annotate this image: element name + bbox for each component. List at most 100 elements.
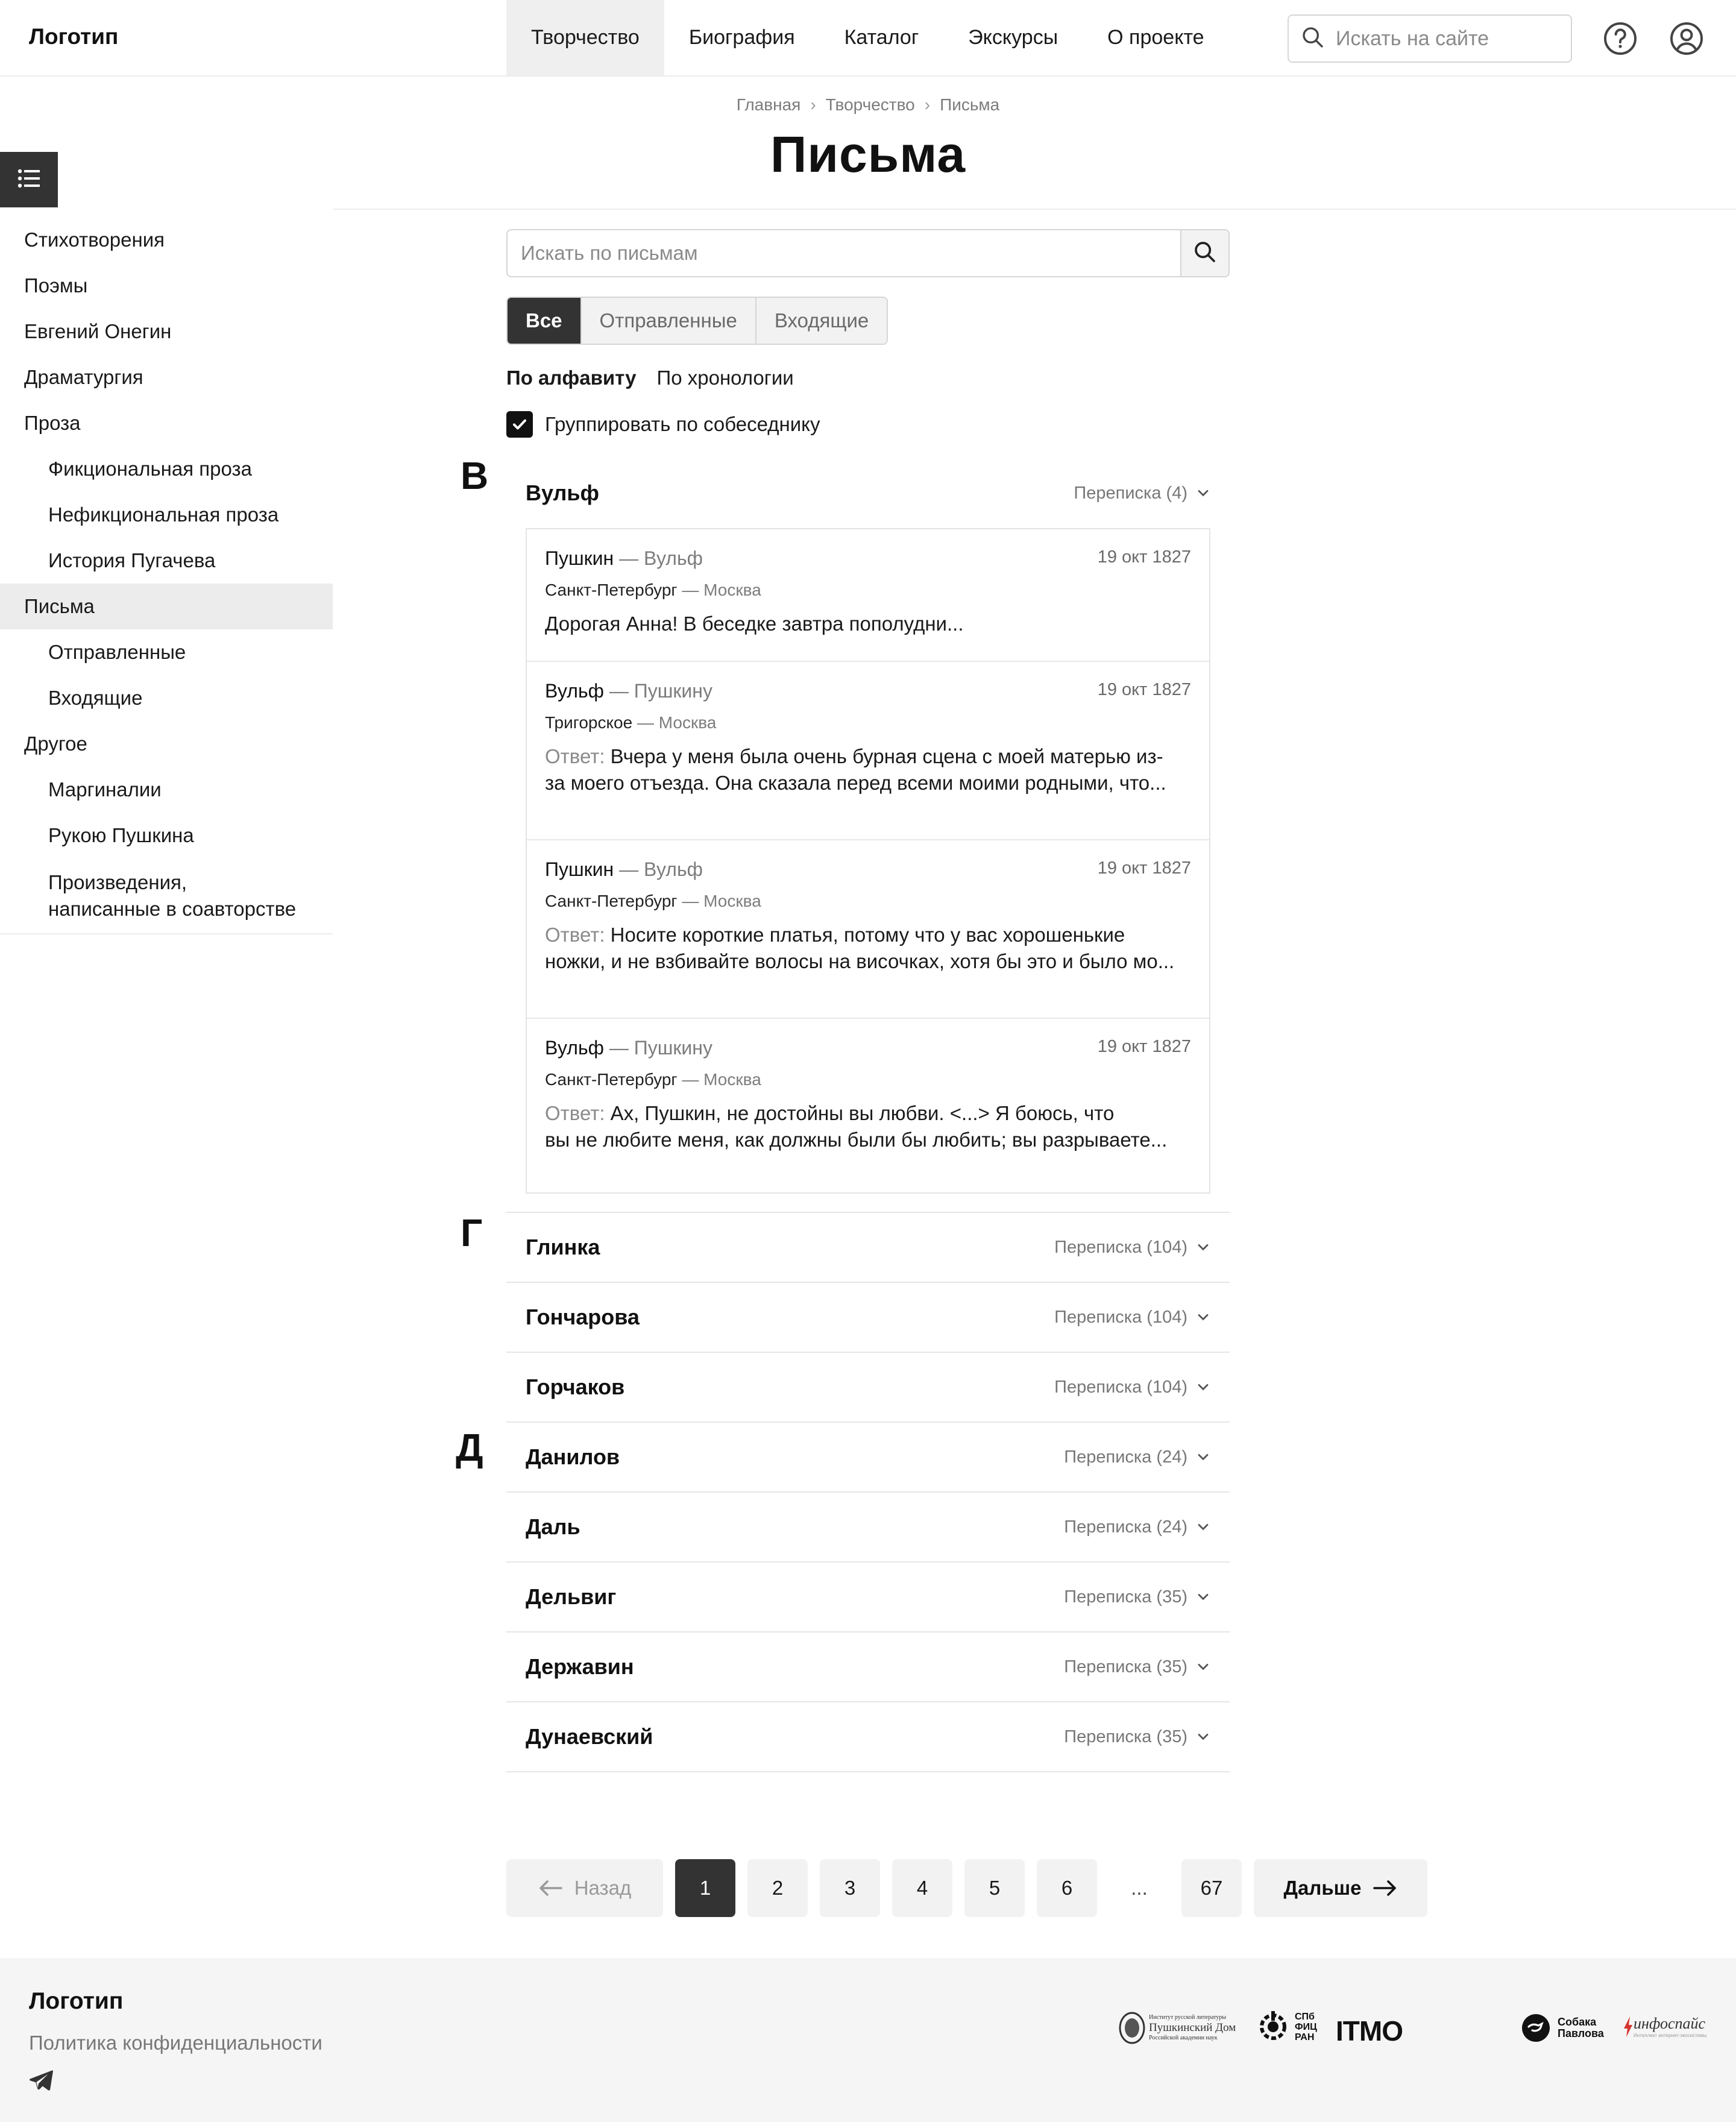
- correspondent-row-dunaevsky[interactable]: Дунаевский Переписка (35): [506, 1702, 1230, 1772]
- sidebar-item-prose[interactable]: Проза: [0, 400, 333, 446]
- letters-search-button[interactable]: [1180, 230, 1228, 276]
- correspondent-row-wulf[interactable]: Вульф Переписка (4): [506, 458, 1230, 528]
- telegram-icon[interactable]: [29, 2069, 53, 2094]
- lightning-icon: [1624, 2016, 1632, 2037]
- partner-spb-fic-ran-logo[interactable]: СПб ФИЦ РАН: [1257, 2009, 1317, 2045]
- correspondence-count: Переписка (24): [1064, 1447, 1210, 1467]
- correspondence-count: Переписка (35): [1064, 1587, 1210, 1607]
- letter-to: Пушкину: [634, 1037, 712, 1059]
- correspondent-row-goncharova[interactable]: Гончарова Переписка (104): [506, 1283, 1230, 1353]
- letter-from: Пушкин: [545, 858, 614, 880]
- user-icon[interactable]: [1668, 20, 1705, 57]
- sidebar-item-onegin[interactable]: Евгений Онегин: [0, 309, 333, 354]
- nav-item-catalog[interactable]: Каталог: [820, 0, 944, 75]
- privacy-policy-link[interactable]: Политика конфиденциальности: [29, 2032, 322, 2054]
- page-last-button[interactable]: 67: [1181, 1859, 1242, 1917]
- letter-card[interactable]: Вульф — Пушкину 19 окт 1827 Санкт-Петерб…: [527, 1019, 1209, 1192]
- sidebar-toggle-button[interactable]: [0, 152, 58, 207]
- breadcrumb-home[interactable]: Главная: [737, 95, 801, 114]
- sidebar-item-poems[interactable]: Стихотворения: [0, 217, 333, 263]
- correspondent-row-delvig[interactable]: Дельвиг Переписка (35): [506, 1563, 1230, 1632]
- page-3-button[interactable]: 3: [820, 1859, 880, 1917]
- correspondent-row-dal[interactable]: Даль Переписка (24): [506, 1493, 1230, 1563]
- tab-incoming[interactable]: Входящие: [756, 298, 887, 344]
- nav-item-biography[interactable]: Биография: [664, 0, 820, 75]
- sidebar-item-nonfiction[interactable]: Нефикциональная проза: [0, 492, 333, 538]
- sidebar-item-fiction[interactable]: Фикциональная проза: [0, 446, 333, 492]
- sidebar-item-coauthored[interactable]: Произведения, написанные в соавторстве: [0, 858, 333, 933]
- sidebar-item-sent[interactable]: Отправленные: [0, 629, 333, 675]
- sidebar-item-pugachev[interactable]: История Пугачева: [0, 538, 333, 584]
- letter-place-to: — Москва: [682, 581, 761, 599]
- pushkin-house-line1: Институт русской литературы: [1149, 2014, 1227, 2021]
- correspondence-count-label: Переписка (4): [1074, 483, 1187, 503]
- letters-page: Логотип Творчество Биография Каталог Экс…: [0, 0, 1736, 2122]
- correspondent-name: Данилов: [526, 1444, 620, 1469]
- partner-pushkin-house-logo[interactable]: Институт русской литературы Пушкинский Д…: [1119, 2011, 1236, 2045]
- correspondent-name: Дунаевский: [526, 1724, 653, 1749]
- site-logo[interactable]: Логотип: [29, 24, 118, 49]
- correspondence-count: Переписка (104): [1054, 1377, 1210, 1397]
- letter-header: Пушкин — Вульф 19 окт 1827: [545, 547, 1191, 570]
- page-4-button[interactable]: 4: [892, 1859, 952, 1917]
- letter-excerpt: Ответ: Ах, Пушкин, не достойны вы любви.…: [545, 1100, 1191, 1153]
- page-1-button[interactable]: 1: [675, 1859, 735, 1917]
- correspondent-row-derzhavin[interactable]: Державин Переписка (35): [506, 1632, 1230, 1702]
- letter-card[interactable]: Вульф — Пушкину 19 окт 1827 Тригорское —…: [527, 662, 1209, 840]
- group-by-checkbox[interactable]: Группировать по собеседнику: [506, 411, 820, 438]
- sidebar-item-marginalia[interactable]: Маргиналии: [0, 767, 333, 813]
- pushkin-house-text: Институт русской литературы Пушкинский Д…: [1149, 2013, 1236, 2042]
- letter-excerpt: Дорогая Анна! В беседке завтра пополудни…: [545, 611, 1191, 637]
- letter-dash: —: [609, 1037, 629, 1059]
- infospace-text: инфоспайс Интеллект интернет-экосистемы: [1634, 2015, 1706, 2038]
- page-5-button[interactable]: 5: [964, 1859, 1025, 1917]
- partner-sobaka-pavlova-logo[interactable]: Собака Павлова: [1521, 2013, 1604, 2042]
- sidebar-item-long-poems[interactable]: Поэмы: [0, 263, 333, 309]
- help-icon[interactable]: [1602, 20, 1638, 57]
- correspondence-count: Переписка (35): [1064, 1657, 1210, 1677]
- letter-excerpt-line1: Дорогая Анна! В беседке завтра пополудни…: [545, 612, 964, 635]
- next-page-button[interactable]: Дальше: [1254, 1859, 1427, 1917]
- chevron-down-icon: [1198, 1524, 1209, 1531]
- breadcrumb-current: Письма: [940, 95, 1000, 114]
- sidebar-item-pushkin-hand[interactable]: Рукою Пушкина: [0, 813, 333, 858]
- footer-logo[interactable]: Логотип: [29, 1988, 123, 2015]
- correspondent-name: Глинка: [526, 1235, 600, 1259]
- tab-sent[interactable]: Отправленные: [581, 298, 756, 344]
- correspondent-row-glinka[interactable]: Глинка Переписка (104): [506, 1213, 1230, 1283]
- nav-item-about[interactable]: О проекте: [1083, 0, 1228, 75]
- correspondent-row-gorchakov[interactable]: Горчаков Переписка (104): [506, 1353, 1230, 1423]
- letter-card[interactable]: Пушкин — Вульф 19 окт 1827 Санкт-Петербу…: [527, 529, 1209, 662]
- letters-search: [506, 229, 1230, 277]
- sidebar-item-label-line1: Произведения,: [48, 871, 187, 893]
- sort-alphabetical[interactable]: По алфавиту: [506, 367, 637, 389]
- nav-item-creativity[interactable]: Творчество: [506, 0, 664, 75]
- letter-date: 19 окт 1827: [1097, 680, 1191, 699]
- dog-logo-icon: [1522, 2014, 1550, 2042]
- page-6-button[interactable]: 6: [1037, 1859, 1097, 1917]
- sort-chronological[interactable]: По хронологии: [657, 367, 794, 389]
- partner-infospace-logo[interactable]: инфоспайс Интеллект интернет-экосистемы: [1624, 2015, 1706, 2038]
- nav-item-excursus[interactable]: Экскурсы: [943, 0, 1083, 75]
- partner-itmo-logo[interactable]: ITMO: [1336, 2015, 1403, 2047]
- site-search[interactable]: [1288, 14, 1572, 63]
- tab-all[interactable]: Все: [508, 298, 582, 344]
- sidebar-item-drama[interactable]: Драматургия: [0, 354, 333, 400]
- sidebar-item-letters[interactable]: Письма: [0, 584, 333, 629]
- letter-card[interactable]: Пушкин — Вульф 19 окт 1827 Санкт-Петербу…: [527, 840, 1209, 1019]
- checkbox-checked-icon: [506, 411, 533, 438]
- page-title: Письма: [770, 126, 966, 183]
- letter-date: 19 окт 1827: [1097, 858, 1191, 878]
- prev-page-button[interactable]: Назад: [506, 1859, 663, 1917]
- letter-reply-prefix: Ответ:: [545, 745, 605, 767]
- spb-line2: ФИЦ: [1295, 2021, 1317, 2032]
- sidebar-item-other[interactable]: Другое: [0, 721, 333, 767]
- breadcrumb-creativity[interactable]: Творчество: [826, 95, 915, 114]
- page-2-button[interactable]: 2: [747, 1859, 808, 1917]
- site-search-input[interactable]: [1336, 27, 1553, 51]
- correspondent-row-danilov[interactable]: Данилов Переписка (24): [506, 1423, 1230, 1493]
- letter-excerpt-line1: Носите короткие платья, потому что у вас…: [610, 924, 1125, 946]
- sidebar-item-incoming[interactable]: Входящие: [0, 675, 333, 721]
- chevron-down-icon: [1198, 1594, 1209, 1601]
- letters-search-input[interactable]: [508, 230, 1180, 276]
